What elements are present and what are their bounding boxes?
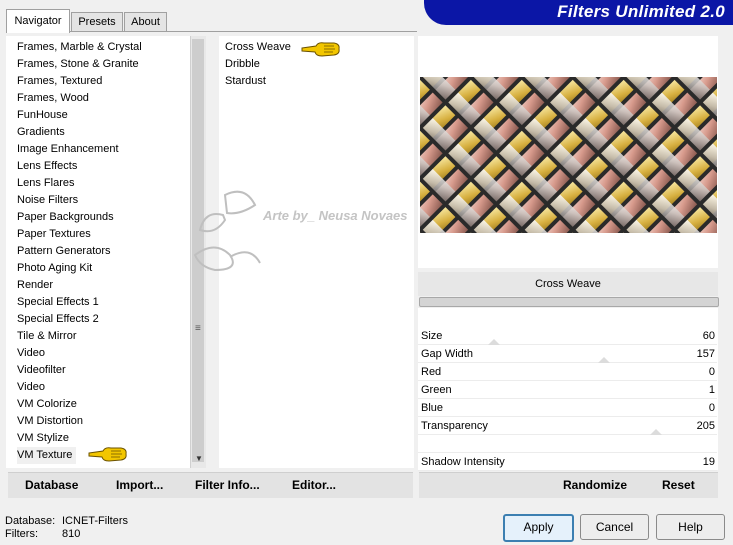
param-label: Shadow Intensity: [421, 456, 505, 468]
category-item[interactable]: Gradients: [17, 124, 65, 141]
preview-image: [420, 77, 717, 233]
category-item[interactable]: Special Effects 1: [17, 294, 99, 311]
title-banner: Filters Unlimited 2.0: [424, 0, 733, 25]
watermark: Arte by_ Neusa Novaes: [185, 185, 425, 280]
param-row[interactable]: Red 0: [418, 363, 717, 381]
help-button[interactable]: Help: [656, 514, 725, 540]
scroll-grip-icon: ≡: [195, 323, 201, 334]
filter-item-selected[interactable]: Cross Weave: [225, 39, 291, 56]
category-item-selected[interactable]: VM Texture: [17, 447, 77, 464]
param-value: 0: [708, 402, 715, 414]
param-value: 0: [708, 366, 715, 378]
param-row[interactable]: Blue 0: [418, 399, 717, 417]
database-button[interactable]: Database: [25, 478, 78, 492]
filter-item[interactable]: Dribble: [225, 56, 260, 73]
tab-navigator[interactable]: Navigator: [6, 9, 70, 33]
param-row[interactable]: Gap Width 157: [418, 345, 717, 363]
param-label: Green: [421, 384, 452, 396]
category-item[interactable]: FunHouse: [17, 107, 68, 124]
preview-panel: [418, 36, 718, 268]
category-item[interactable]: VM Stylize: [17, 430, 69, 447]
butterfly-watermark-icon: [193, 190, 261, 272]
param-row[interactable]: Transparency 205: [418, 417, 717, 435]
left-toolbar: Database Import... Filter Info... Editor…: [8, 472, 413, 498]
param-label: Transparency: [421, 420, 488, 432]
filter-name-display: Cross Weave: [418, 272, 718, 296]
category-item[interactable]: Photo Aging Kit: [17, 260, 92, 277]
right-toolbar: Randomize Reset: [419, 472, 718, 498]
category-item[interactable]: Lens Effects: [17, 158, 77, 175]
param-label: Gap Width: [421, 348, 473, 360]
database-label: Database:: [5, 515, 56, 527]
filter-info-button[interactable]: Filter Info...: [195, 478, 260, 492]
category-item[interactable]: Videofilter: [17, 362, 66, 379]
category-list[interactable]: Frames, Marble & Crystal Frames, Stone & …: [6, 36, 206, 468]
category-item[interactable]: Frames, Wood: [17, 90, 89, 107]
category-item[interactable]: Paper Backgrounds: [17, 209, 114, 226]
tab-about[interactable]: About: [124, 12, 167, 32]
param-label: Red: [421, 366, 442, 378]
param-row[interactable]: Green 1: [418, 381, 717, 399]
category-item[interactable]: Render: [17, 277, 53, 294]
category-item[interactable]: Paper Textures: [17, 226, 91, 243]
category-item[interactable]: Tile & Mirror: [17, 328, 76, 345]
scroll-down-arrow-icon[interactable]: ▼: [195, 454, 203, 463]
param-value: 157: [696, 348, 715, 360]
randomize-button[interactable]: Randomize: [563, 478, 627, 492]
editor-button[interactable]: Editor...: [292, 478, 336, 492]
category-item[interactable]: Video: [17, 345, 45, 362]
tab-presets[interactable]: Presets: [71, 12, 123, 32]
filter-progress-bar: [419, 297, 719, 307]
watermark-text: Arte by_ Neusa Novaes: [263, 208, 408, 223]
filters-label: Filters:: [5, 528, 38, 540]
category-item[interactable]: Image Enhancement: [17, 141, 119, 158]
category-item[interactable]: Lens Flares: [17, 175, 74, 192]
param-row[interactable]: Size 60: [418, 327, 717, 345]
category-item[interactable]: Frames, Marble & Crystal: [17, 39, 142, 56]
category-item[interactable]: VM Colorize: [17, 396, 77, 413]
param-slider-track[interactable]: [418, 470, 717, 471]
category-item[interactable]: Pattern Generators: [17, 243, 111, 260]
apply-button[interactable]: Apply: [503, 514, 574, 542]
category-item[interactable]: Noise Filters: [17, 192, 78, 209]
banner-title: Filters Unlimited 2.0: [557, 2, 725, 21]
reset-button[interactable]: Reset: [662, 478, 695, 492]
param-value: 60: [702, 330, 715, 342]
cancel-button[interactable]: Cancel: [580, 514, 649, 540]
param-value: 1: [708, 384, 715, 396]
param-value: 19: [702, 456, 715, 468]
filters-count: 810: [62, 528, 81, 540]
category-item[interactable]: VM Distortion: [17, 413, 83, 430]
category-item[interactable]: Special Effects 2: [17, 311, 99, 328]
pointing-hand-icon: [88, 447, 127, 462]
import-button[interactable]: Import...: [116, 478, 163, 492]
category-item[interactable]: Frames, Stone & Granite: [17, 56, 139, 73]
param-label: Blue: [421, 402, 444, 414]
category-item[interactable]: Frames, Textured: [17, 73, 102, 90]
param-value: 205: [696, 420, 715, 432]
param-label: Size: [421, 330, 443, 342]
parameters-panel[interactable]: Size 60 Gap Width 157 Red 0 Green 1 Blue 0 Transpa…: [418, 308, 718, 471]
pointing-hand-icon: [301, 42, 340, 57]
filter-item[interactable]: Stardust: [225, 73, 266, 90]
database-value: ICNET-Filters: [62, 515, 128, 527]
param-row[interactable]: Shadow Intensity 19: [418, 453, 717, 471]
category-item[interactable]: Video: [17, 379, 45, 396]
param-row[interactable]: [418, 435, 717, 453]
